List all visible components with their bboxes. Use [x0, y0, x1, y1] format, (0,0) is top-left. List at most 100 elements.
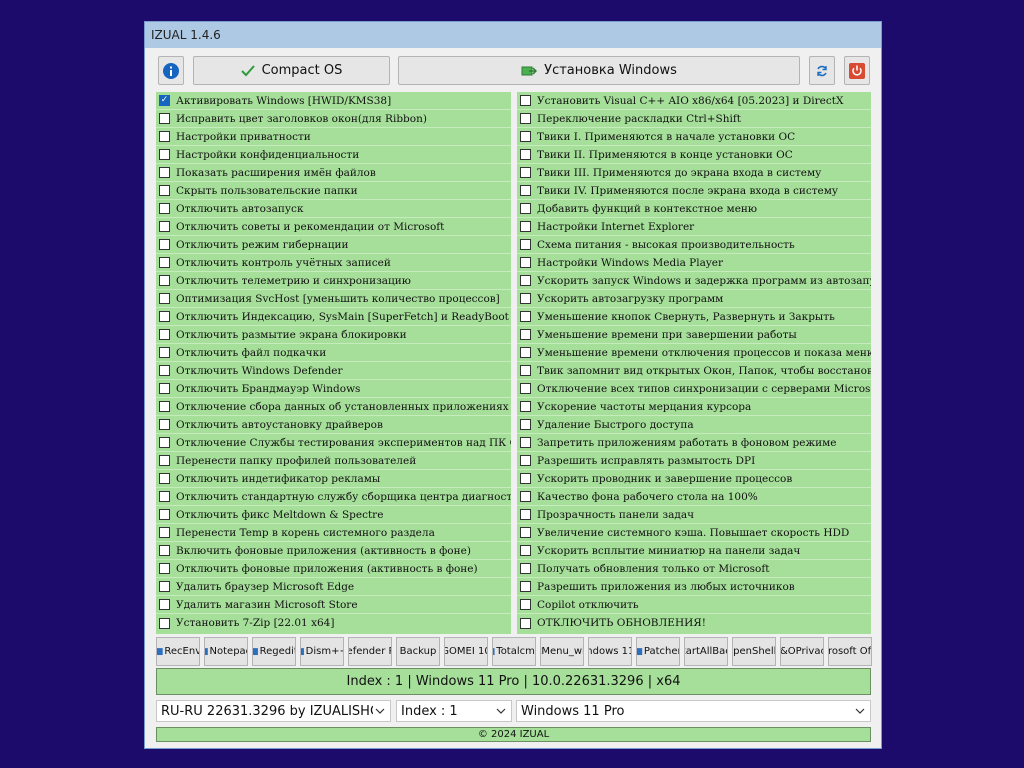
option-checkbox[interactable]: [159, 131, 170, 142]
index-select[interactable]: Index : 1: [396, 700, 512, 722]
right-option-row[interactable]: Получать обновления только от Microsoft: [517, 560, 871, 578]
left-option-row[interactable]: Удалить магазин Microsoft Store: [156, 596, 511, 614]
right-option-row[interactable]: Copilot отключить: [517, 596, 871, 614]
right-option-row[interactable]: Твики III. Применяются до экрана входа в…: [517, 164, 871, 182]
option-checkbox[interactable]: [159, 473, 170, 484]
option-checkbox[interactable]: [159, 563, 170, 574]
option-checkbox[interactable]: [520, 275, 531, 286]
option-checkbox[interactable]: [159, 221, 170, 232]
right-option-row[interactable]: Отключение всех типов синхронизации с се…: [517, 380, 871, 398]
left-option-row[interactable]: Активировать Windows [HWID/KMS38]: [156, 92, 511, 110]
option-checkbox[interactable]: [520, 149, 531, 160]
left-option-row[interactable]: Отключить контроль учётных записей: [156, 254, 511, 272]
right-option-row[interactable]: Установить Visual C++ AIO x86/x64 [05.20…: [517, 92, 871, 110]
left-option-row[interactable]: Отключение сбора данных об установленных…: [156, 398, 511, 416]
edition-select[interactable]: Windows 11 Pro: [516, 700, 871, 722]
left-option-row[interactable]: Отключить файл подкачки: [156, 344, 511, 362]
option-checkbox[interactable]: [520, 581, 531, 592]
right-option-row[interactable]: Добавить функций в контекстное меню: [517, 200, 871, 218]
right-option-row[interactable]: Переключение раскладки Ctrl+Shift: [517, 110, 871, 128]
tool-button[interactable]: Microsoft Office: [828, 637, 872, 666]
left-option-row[interactable]: Перенести Temp в корень системного разде…: [156, 524, 511, 542]
option-checkbox[interactable]: [159, 257, 170, 268]
right-option-row[interactable]: Ускорить проводник и завершение процессо…: [517, 470, 871, 488]
tool-button[interactable]: ■Patcher: [636, 637, 680, 666]
right-option-row[interactable]: Настройки Internet Explorer: [517, 218, 871, 236]
option-checkbox[interactable]: [159, 293, 170, 304]
left-option-row[interactable]: Удалить браузер Microsoft Edge: [156, 578, 511, 596]
option-checkbox[interactable]: [520, 95, 531, 106]
option-checkbox[interactable]: [159, 95, 170, 106]
option-checkbox[interactable]: [520, 419, 531, 430]
right-option-row[interactable]: Качество фона рабочего стола на 100%: [517, 488, 871, 506]
tool-button[interactable]: StartAllBack: [684, 637, 728, 666]
right-option-row[interactable]: Увеличение системного кэша. Повышает ско…: [517, 524, 871, 542]
right-option-row[interactable]: Ускорить запуск Windows и задержка прогр…: [517, 272, 871, 290]
tool-button[interactable]: ■Regedit: [252, 637, 296, 666]
option-checkbox[interactable]: [159, 149, 170, 160]
option-checkbox[interactable]: [159, 365, 170, 376]
tool-button[interactable]: Defender Re: [348, 637, 392, 666]
option-checkbox[interactable]: [159, 545, 170, 556]
tool-button[interactable]: ■Totalcmd: [492, 637, 536, 666]
tool-button[interactable]: StartMenu_win 11: [540, 637, 584, 666]
refresh-button[interactable]: [809, 56, 835, 85]
option-checkbox[interactable]: [159, 113, 170, 124]
option-checkbox[interactable]: [520, 527, 531, 538]
left-option-row[interactable]: Настройки приватности: [156, 128, 511, 146]
build-select[interactable]: RU-RU 22631.3296 by IZUALISHCHE: [156, 700, 391, 722]
option-checkbox[interactable]: [520, 311, 531, 322]
right-option-row[interactable]: Удаление Быстрого доступа: [517, 416, 871, 434]
left-option-row[interactable]: Показать расширения имён файлов: [156, 164, 511, 182]
option-checkbox[interactable]: [159, 437, 170, 448]
option-checkbox[interactable]: [520, 365, 531, 376]
option-checkbox[interactable]: [520, 473, 531, 484]
compact-os-button[interactable]: Compact OS: [193, 56, 390, 85]
left-option-row[interactable]: Отключить Индексацию, SysMain [SuperFetc…: [156, 308, 511, 326]
right-option-row[interactable]: Уменьшение времени при завершении работы: [517, 326, 871, 344]
right-option-row[interactable]: Твики I. Применяются в начале установки …: [517, 128, 871, 146]
tool-button[interactable]: Windows 11 M: [588, 637, 632, 666]
option-checkbox[interactable]: [520, 239, 531, 250]
option-checkbox[interactable]: [520, 185, 531, 196]
left-option-row[interactable]: Отключить фикс Meltdown & Spectre: [156, 506, 511, 524]
right-option-row[interactable]: Настройки Windows Media Player: [517, 254, 871, 272]
right-option-row[interactable]: Ускорить всплытие миниатюр на панели зад…: [517, 542, 871, 560]
option-checkbox[interactable]: [520, 509, 531, 520]
option-checkbox[interactable]: [520, 437, 531, 448]
tool-button[interactable]: OpenShellS: [732, 637, 776, 666]
option-checkbox[interactable]: [520, 167, 531, 178]
option-checkbox[interactable]: [520, 113, 531, 124]
tool-button[interactable]: ■Notepad: [204, 637, 248, 666]
right-option-row[interactable]: ОТКЛЮЧИТЬ ОБНОВЛЕНИЯ!: [517, 614, 871, 632]
option-checkbox[interactable]: [520, 293, 531, 304]
install-windows-button[interactable]: Установка Windows: [398, 56, 800, 85]
option-checkbox[interactable]: [520, 221, 531, 232]
option-checkbox[interactable]: [520, 383, 531, 394]
left-option-row[interactable]: Настройки конфиденциальности: [156, 146, 511, 164]
option-checkbox[interactable]: [159, 617, 170, 629]
tool-button[interactable]: ■RecEnv: [156, 637, 200, 666]
left-option-row[interactable]: Отключить автозапуск: [156, 200, 511, 218]
option-checkbox[interactable]: [159, 311, 170, 322]
option-checkbox[interactable]: [520, 455, 531, 466]
power-button[interactable]: [844, 56, 870, 85]
left-option-row[interactable]: Отключить Windows Defender: [156, 362, 511, 380]
left-option-row[interactable]: Перенести папку профилей пользователей: [156, 452, 511, 470]
right-option-row[interactable]: Ускорение частоты мерцания курсора: [517, 398, 871, 416]
option-checkbox[interactable]: [520, 329, 531, 340]
left-option-row[interactable]: Скрыть пользовательские папки: [156, 182, 511, 200]
option-checkbox[interactable]: [159, 419, 170, 430]
option-checkbox[interactable]: [520, 545, 531, 556]
option-checkbox[interactable]: [520, 617, 531, 629]
option-checkbox[interactable]: [520, 347, 531, 358]
option-checkbox[interactable]: [159, 347, 170, 358]
info-button[interactable]: [158, 56, 184, 85]
right-option-row[interactable]: Запретить приложениям работать в фоновом…: [517, 434, 871, 452]
option-checkbox[interactable]: [159, 455, 170, 466]
option-checkbox[interactable]: [159, 401, 170, 412]
left-option-row[interactable]: Отключение Службы тестирования экспериме…: [156, 434, 511, 452]
right-option-row[interactable]: Ускорить автозагрузку программ: [517, 290, 871, 308]
left-option-row[interactable]: Отключить фоновые приложения (активность…: [156, 560, 511, 578]
left-option-row[interactable]: Установить 7-Zip [22.01 x64]: [156, 614, 511, 632]
